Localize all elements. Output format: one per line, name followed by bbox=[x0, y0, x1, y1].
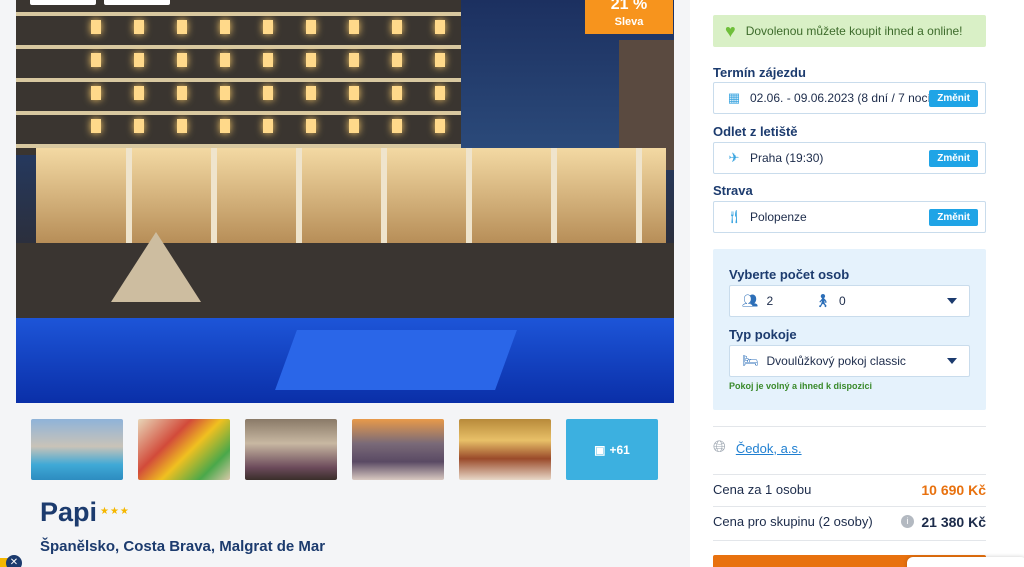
bed-icon: 🛏︎ bbox=[742, 353, 759, 368]
airplane-icon: ✈ bbox=[728, 150, 740, 165]
calendar-icon: ▦ bbox=[727, 90, 741, 105]
thumbnail-photo[interactable] bbox=[459, 419, 551, 480]
room-type-label: Typ pokoje bbox=[729, 327, 797, 342]
room-type-select[interactable]: 🛏︎ Dvoulůžkový pokoj classic bbox=[729, 345, 970, 377]
agency-link[interactable]: Čedok, a.s. bbox=[736, 441, 802, 456]
travel-agency: 🌐︎ Čedok, a.s. bbox=[713, 439, 802, 457]
heart-icon: ♥ bbox=[725, 20, 736, 41]
photo-tab-button[interactable] bbox=[104, 0, 170, 5]
divider bbox=[713, 426, 986, 427]
price-group: 21 380 Kč bbox=[921, 514, 986, 530]
term-field[interactable]: ▦ 02.06. - 09.06.2023 (8 dní / 7 nocí) Z… bbox=[713, 82, 986, 114]
thumbnail-photo[interactable] bbox=[245, 419, 337, 480]
chevron-down-icon bbox=[947, 298, 957, 304]
board-field[interactable]: 🍴︎ Polopenze Změnit bbox=[713, 201, 986, 233]
price-group-row: Cena pro skupinu (2 osoby) i 21 380 Kč bbox=[713, 514, 986, 530]
divider bbox=[713, 474, 986, 475]
hotel-stars: ★★★ bbox=[100, 506, 130, 517]
hotel-name: Papi bbox=[40, 497, 98, 527]
chevron-down-icon bbox=[947, 358, 957, 364]
departure-label: Odlet z letiště bbox=[713, 124, 798, 139]
change-term-button[interactable]: Změnit bbox=[929, 90, 978, 107]
globe-icon: 🌐︎ bbox=[713, 439, 726, 456]
persons-select[interactable]: 👥︎ 2 🚶︎ 0 bbox=[729, 285, 970, 317]
divider bbox=[713, 506, 986, 507]
price-per-person-row: Cena za 1 osobu 10 690 Kč bbox=[713, 482, 986, 498]
hotel-location: Španělsko, Costa Brava, Malgrat de Mar bbox=[40, 538, 326, 555]
photo-tab-button[interactable] bbox=[30, 0, 96, 5]
thumbnail-photo[interactable] bbox=[352, 419, 444, 480]
persons-label: Vyberte počet osob bbox=[729, 267, 850, 282]
info-icon[interactable]: i bbox=[901, 515, 914, 528]
gallery-icon: ▣ bbox=[594, 442, 606, 457]
term-label: Termín zájezdu bbox=[713, 65, 806, 80]
change-departure-button[interactable]: Změnit bbox=[929, 150, 978, 167]
hotel-main-photo[interactable]: 21 % Sleva bbox=[16, 0, 674, 403]
room-selection-panel: Vyberte počet osob 👥︎ 2 🚶︎ 0 Typ pokoje … bbox=[713, 249, 986, 410]
more-photos-button[interactable]: ▣ +61 bbox=[566, 419, 658, 480]
child-icon: 🚶︎ bbox=[814, 293, 832, 308]
divider bbox=[713, 540, 986, 541]
change-board-button[interactable]: Změnit bbox=[929, 209, 978, 226]
online-purchase-notice: ♥ Dovolenou můžete koupit ihned a online… bbox=[713, 15, 986, 47]
board-label: Strava bbox=[713, 183, 753, 198]
availability-text: Pokoj je volný a ihned k dispozici bbox=[729, 381, 873, 391]
adults-icon: 👥︎ bbox=[742, 293, 759, 308]
departure-field[interactable]: ✈ Praha (19:30) Změnit bbox=[713, 142, 986, 174]
price-per-person: 10 690 Kč bbox=[921, 482, 986, 498]
booking-sidebar: ♥ Dovolenou můžete koupit ihned a online… bbox=[690, 0, 1024, 567]
thumbnail-photo[interactable] bbox=[31, 419, 123, 480]
thumbnail-photo[interactable] bbox=[138, 419, 230, 480]
close-icon[interactable]: ✕ bbox=[6, 555, 22, 567]
discount-badge: 21 % Sleva bbox=[585, 0, 673, 34]
cutlery-icon: 🍴︎ bbox=[726, 209, 743, 224]
chat-widget[interactable] bbox=[907, 557, 1024, 567]
hotel-detail-left: 21 % Sleva ▣ +61 Papi ★★★ Španělsko, Cos… bbox=[0, 0, 690, 567]
